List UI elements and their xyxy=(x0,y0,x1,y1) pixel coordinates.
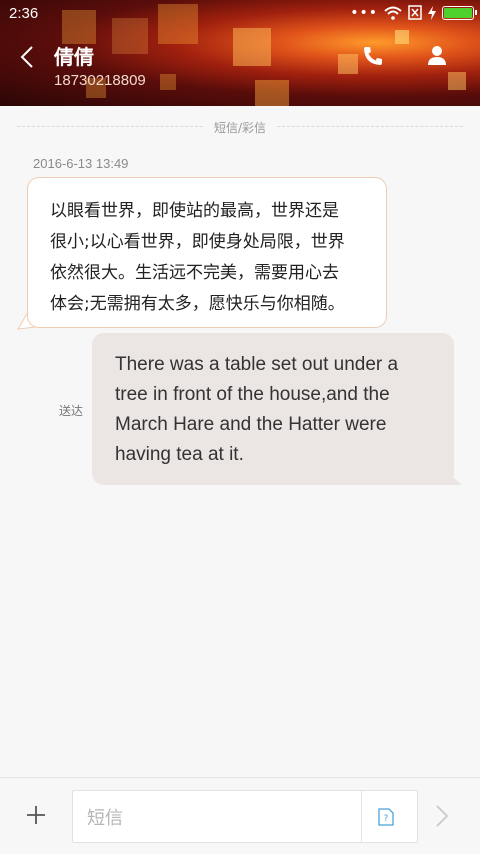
message-line: March Hare and the Hatter were xyxy=(115,414,387,435)
message-line: 体会;无需拥有太多，愿快乐与你相随。 xyxy=(50,294,345,314)
send-arrow-icon[interactable] xyxy=(434,804,450,828)
divider-line xyxy=(277,126,463,127)
message-input[interactable] xyxy=(85,803,359,833)
contact-number: 18730218809 xyxy=(54,72,146,89)
plus-icon[interactable] xyxy=(24,803,48,827)
contact-name: 倩倩 xyxy=(54,45,94,69)
incoming-message-bubble[interactable]: 以眼看世界，即使站的最高，世界还是 很小;以心看世界，即使身处局限，世界 依然很… xyxy=(27,177,387,328)
back-arrow-icon[interactable] xyxy=(18,45,38,69)
message-input-container: ? xyxy=(72,790,418,843)
conversation-header: 2:36 ••• 倩倩 18730218809 xyxy=(0,0,480,106)
message-line: There was a table set out under a xyxy=(115,354,399,375)
message-line: tree in front of the house,and the xyxy=(115,384,390,405)
message-type-divider: 短信/彩信 xyxy=(213,121,267,135)
input-separator xyxy=(361,791,362,842)
contact-person-icon[interactable] xyxy=(425,44,449,68)
message-line: 很小;以心看世界，即使身处局限，世界 xyxy=(50,232,345,252)
phone-icon[interactable] xyxy=(361,44,385,68)
header-decoration xyxy=(338,54,358,74)
more-dots-icon: ••• xyxy=(350,4,378,21)
header-decoration xyxy=(395,30,409,44)
outgoing-message-bubble[interactable]: There was a table set out under a tree i… xyxy=(92,333,454,485)
message-line: 以眼看世界，即使站的最高，世界还是 xyxy=(50,201,339,221)
status-bar: 2:36 ••• xyxy=(0,0,480,28)
header-decoration xyxy=(448,72,466,90)
svg-text:?: ? xyxy=(384,814,389,824)
message-line: having tea at it. xyxy=(115,444,244,465)
status-time: 2:36 xyxy=(9,5,39,22)
header-decoration xyxy=(255,80,289,106)
sms-type-icon[interactable]: ? xyxy=(378,808,394,826)
charging-icon xyxy=(428,5,436,20)
composer-bar: ? xyxy=(0,777,480,854)
wifi-icon xyxy=(384,6,402,20)
delivery-status: 送达 xyxy=(59,404,84,418)
no-sim-icon xyxy=(408,5,422,20)
header-decoration xyxy=(160,74,176,90)
battery-icon xyxy=(442,5,477,20)
message-line: 依然很大。生活远不完美，需要用心去 xyxy=(50,263,339,283)
message-timestamp: 2016-6-13 13:49 xyxy=(33,156,129,171)
header-decoration xyxy=(233,28,271,66)
